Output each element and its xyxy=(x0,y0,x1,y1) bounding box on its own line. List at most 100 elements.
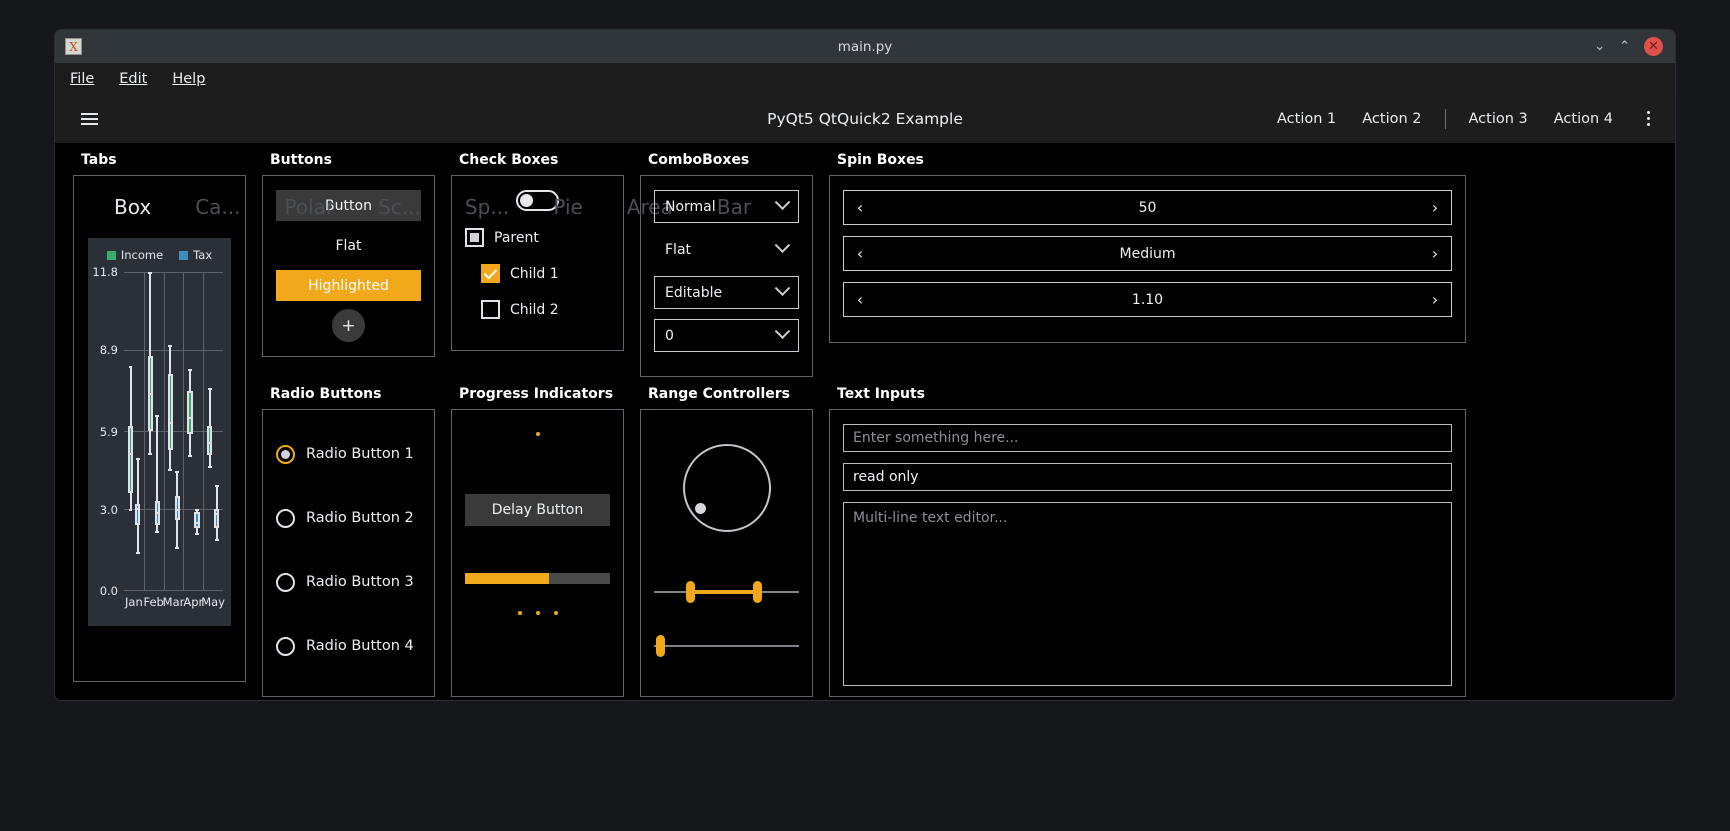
range-frame xyxy=(640,409,813,697)
box-plot-item[interactable] xyxy=(167,272,173,590)
checkbox-parent[interactable]: Parent xyxy=(465,228,610,247)
combobox-flat-value: Flat xyxy=(665,241,692,258)
box-plot-item[interactable] xyxy=(207,272,213,590)
box-plot-median xyxy=(196,521,198,524)
combobox-normal-value: Normal xyxy=(665,198,716,215)
box-plot-cap-high xyxy=(175,471,180,474)
dial-control[interactable] xyxy=(682,444,771,532)
tab-polar[interactable]: Polar xyxy=(262,195,356,219)
box-plot-cap-high xyxy=(207,387,212,390)
dial-handle[interactable] xyxy=(694,503,706,514)
slider[interactable] xyxy=(654,633,799,659)
action-1-button[interactable]: Action 1 xyxy=(1264,111,1349,127)
combobox-normal[interactable]: Normal xyxy=(654,190,799,223)
tab-pie[interactable]: Pie xyxy=(531,195,604,219)
app-toolbar: PyQt5 QtQuick2 Example Action 1 Action 2… xyxy=(55,94,1675,143)
tabs-title: Tabs xyxy=(81,152,117,168)
box-plot-item[interactable] xyxy=(147,272,153,590)
combobox-flat[interactable]: Flat xyxy=(654,233,799,266)
radio-indicator xyxy=(276,636,295,656)
combobox-number[interactable]: 0 xyxy=(654,319,799,352)
box-plot-cap-high xyxy=(195,509,200,512)
chevron-right-icon[interactable]: › xyxy=(1419,198,1451,217)
box-plot-median xyxy=(137,507,139,510)
combobox-number-value: 0 xyxy=(665,327,674,344)
group-range: Range Controllers xyxy=(632,377,821,697)
action-2-button[interactable]: Action 2 xyxy=(1349,111,1434,127)
menu-edit[interactable]: Edit xyxy=(119,71,147,87)
button-flat[interactable]: Flat xyxy=(276,230,421,261)
window-controls: ⌄ ⌃ ✕ xyxy=(1594,37,1675,56)
chevron-left-icon[interactable]: ‹ xyxy=(844,198,876,217)
chevron-down-icon xyxy=(774,323,791,340)
menu-help[interactable]: Help xyxy=(172,71,205,87)
box-plot-item[interactable] xyxy=(214,272,220,590)
maximize-icon[interactable]: ⌃ xyxy=(1619,40,1630,53)
radio-indicator xyxy=(276,444,295,464)
group-spinboxes: Spin Boxes ‹ 50 › ‹ Medium › ‹ 1.10 › xyxy=(821,143,1474,377)
button-highlighted[interactable]: Highlighted xyxy=(276,270,421,301)
box-plot-item[interactable] xyxy=(187,272,193,590)
box-plot-item[interactable] xyxy=(127,272,134,590)
box-plot-box xyxy=(174,495,180,520)
legend-item-income[interactable]: Income xyxy=(106,248,163,262)
search-input[interactable] xyxy=(843,424,1452,452)
textinputs-frame xyxy=(829,409,1466,697)
checkbox-child-2-label: Child 2 xyxy=(510,301,559,318)
radio-button-4[interactable]: Radio Button 4 xyxy=(276,614,421,678)
toolbar-divider xyxy=(1444,108,1446,129)
textinputs-title: Text Inputs xyxy=(837,386,925,402)
readonly-input[interactable] xyxy=(843,463,1452,491)
tab-spline[interactable]: Sp... xyxy=(443,195,531,219)
radio-indicator xyxy=(276,508,295,528)
menu-file[interactable]: File xyxy=(70,71,94,87)
box-plot-item[interactable] xyxy=(154,272,161,590)
checkbox-child-1-box xyxy=(481,264,500,283)
radio-button-2[interactable]: Radio Button 2 xyxy=(276,486,421,550)
tab-box[interactable]: Box xyxy=(92,195,173,219)
radio-button-3[interactable]: Radio Button 3 xyxy=(276,550,421,614)
chevron-right-icon[interactable]: › xyxy=(1419,290,1451,309)
box-plot-median xyxy=(149,393,151,396)
radiobuttons-title: Radio Buttons xyxy=(270,386,382,402)
minimize-icon[interactable]: ⌄ xyxy=(1594,40,1605,53)
chevron-right-icon[interactable]: › xyxy=(1419,244,1451,263)
range-slider[interactable] xyxy=(654,579,799,605)
box-plot-item[interactable] xyxy=(135,272,141,590)
radio-button-1-label: Radio Button 1 xyxy=(306,446,414,462)
legend-item-tax[interactable]: Tax xyxy=(179,248,212,262)
radiobuttons-frame: Radio Button 1 Radio Button 2 Radio Butt… xyxy=(262,409,435,697)
close-icon[interactable]: ✕ xyxy=(1644,37,1663,56)
chevron-left-icon[interactable]: ‹ xyxy=(844,244,876,263)
combobox-editable[interactable]: Editable xyxy=(654,276,799,309)
slider-handle[interactable] xyxy=(656,635,665,657)
checkbox-child-2[interactable]: Child 2 xyxy=(465,300,610,319)
radio-button-1[interactable]: Radio Button 1 xyxy=(276,422,421,486)
range-slider-handle-right[interactable] xyxy=(752,581,762,603)
box-plot-cap-high xyxy=(168,344,173,347)
box-plot-cap-low xyxy=(168,468,173,471)
action-3-button[interactable]: Action 3 xyxy=(1456,111,1541,127)
range-slider-handle-left[interactable] xyxy=(685,581,695,603)
chevron-down-icon xyxy=(774,237,791,254)
hamburger-icon[interactable] xyxy=(77,109,102,129)
spinbox-text[interactable]: ‹ Medium › xyxy=(843,236,1452,271)
box-plot-item[interactable] xyxy=(174,272,180,590)
spinbox-decimal[interactable]: ‹ 1.10 › xyxy=(843,282,1452,317)
box-plot-item[interactable] xyxy=(194,272,200,590)
chevron-left-icon[interactable]: ‹ xyxy=(844,290,876,309)
checkbox-child-1[interactable]: Child 1 xyxy=(465,264,610,283)
tab-scatter[interactable]: Sc... xyxy=(356,195,443,219)
page-indicator[interactable] xyxy=(517,611,558,615)
checkbox-parent-label: Parent xyxy=(494,229,539,246)
multiline-textarea[interactable] xyxy=(843,502,1452,686)
delay-button[interactable]: Delay Button xyxy=(465,494,610,526)
spinbox-numeric[interactable]: ‹ 50 › xyxy=(843,190,1452,225)
tab-candlestick[interactable]: Ca... xyxy=(173,195,262,219)
box-plot-median xyxy=(216,513,218,516)
buttons-title: Buttons xyxy=(270,152,332,168)
kebab-menu-icon[interactable] xyxy=(1644,108,1653,129)
action-4-button[interactable]: Action 4 xyxy=(1541,111,1626,127)
box-plot-median xyxy=(176,508,178,511)
add-round-button[interactable]: + xyxy=(332,309,365,342)
